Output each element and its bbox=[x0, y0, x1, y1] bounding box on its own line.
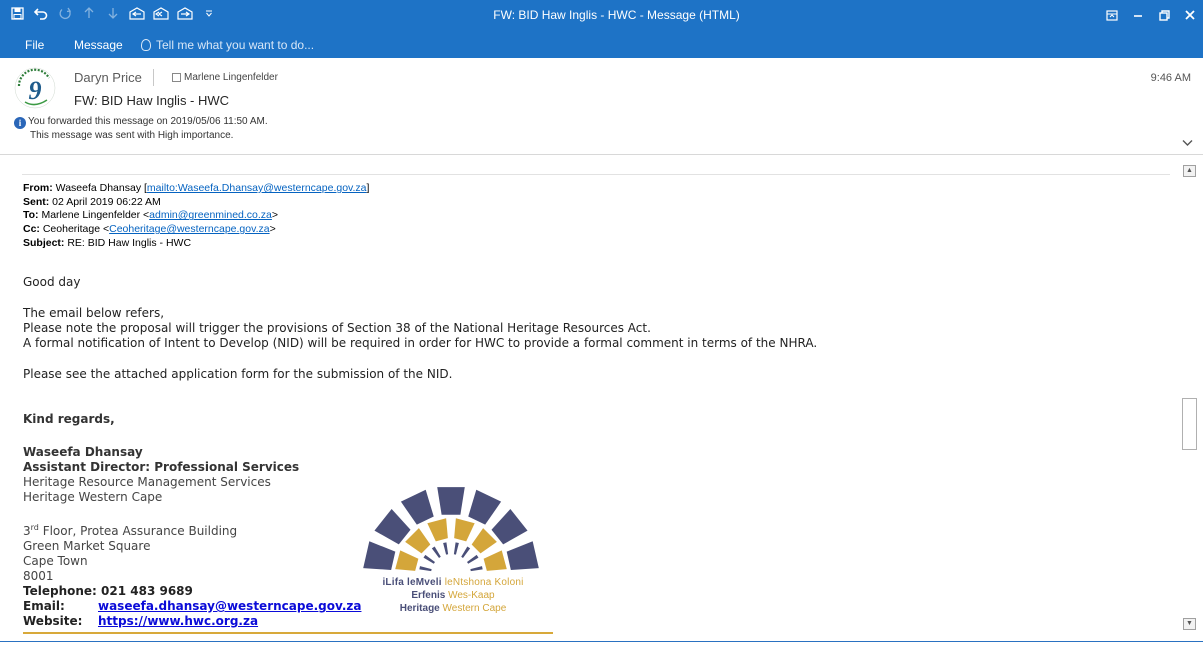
sent-line: Sent: 02 April 2019 06:22 AM bbox=[23, 195, 161, 208]
chevron-down-icon[interactable] bbox=[1182, 136, 1193, 150]
cc-email-link[interactable]: Ceoheritage@westerncape.gov.za bbox=[109, 223, 269, 235]
hwc-fan-spoke bbox=[453, 542, 459, 555]
hwc-fan-spoke bbox=[431, 546, 441, 558]
hwc-fan-outer-wedge bbox=[400, 489, 434, 525]
from-email-link[interactable]: mailto:Waseefa.Dhansay@westerncape.gov.z… bbox=[147, 182, 367, 194]
hwc-fan-outer-wedge bbox=[437, 487, 465, 515]
tell-me-box[interactable]: Tell me what you want to do... bbox=[141, 38, 314, 52]
sig-address-floor: 3rd Floor, Protea Assurance Building bbox=[23, 523, 238, 538]
hwc-logo-line2: Erfenis Wes-Kaap bbox=[411, 590, 495, 601]
hwc-fan-spoke bbox=[419, 566, 432, 572]
hwc-fan-inner-wedge bbox=[471, 528, 497, 554]
body-divider bbox=[22, 174, 1170, 175]
vertical-scrollbar[interactable]: ▲ ▼ bbox=[1180, 160, 1203, 636]
ribbon-tabs: File Message Tell me what you want to do… bbox=[0, 30, 1203, 58]
paragraph-refers: The email below refers, bbox=[23, 306, 165, 320]
sender-name[interactable]: Daryn Price bbox=[74, 70, 142, 85]
hwc-fan-spoke bbox=[467, 554, 479, 564]
hwc-logo-line3: Heritage Western Cape bbox=[399, 603, 507, 614]
paragraph-section38: Please note the proposal will trigger th… bbox=[23, 321, 651, 335]
tab-message[interactable]: Message bbox=[74, 38, 123, 52]
hwc-fan-spoke bbox=[423, 554, 435, 564]
lightbulb-icon bbox=[141, 39, 151, 51]
restore-icon[interactable] bbox=[1151, 0, 1177, 30]
subject-field: Subject: RE: BID Haw Inglis - HWC bbox=[23, 236, 192, 249]
forwarded-headers: From: Waseefa Dhansay [mailto:Waseefa.Dh… bbox=[23, 182, 369, 251]
sig-title: Assistant Director: Professional Service… bbox=[23, 460, 300, 474]
sig-address-square: Green Market Square bbox=[23, 539, 151, 553]
hwc-fan-inner-wedge bbox=[405, 528, 431, 554]
cc-line: Cc: Ceoheritage <Ceoheritage@westerncape… bbox=[23, 223, 276, 236]
signature-gold-line bbox=[23, 632, 553, 634]
signature: Waseefa Dhansay Assistant Director: Prof… bbox=[23, 445, 361, 629]
sig-email-link[interactable]: waseefa.dhansay@westerncape.gov.za bbox=[98, 599, 361, 613]
to-line: To: Marlene Lingenfelder <admin@greenmin… bbox=[23, 209, 279, 222]
sig-website-link[interactable]: https://www.hwc.org.za bbox=[98, 614, 258, 628]
hwc-logo: iLifa leMveli leNtshona Koloni Erfenis W… bbox=[346, 484, 556, 624]
sig-telephone: Telephone: 021 483 9689 bbox=[23, 584, 193, 598]
sig-org: Heritage Western Cape bbox=[23, 490, 163, 504]
window-controls bbox=[1099, 0, 1203, 30]
message-body: From: Waseefa Dhansay [mailto:Waseefa.Dh… bbox=[0, 155, 1180, 635]
hwc-fan-outer-wedge bbox=[363, 541, 396, 570]
bottom-border bbox=[0, 641, 1203, 642]
hwc-fan-inner-wedge bbox=[427, 518, 448, 542]
header-divider bbox=[153, 69, 154, 86]
window-title: FW: BID Haw Inglis - HWC - Message (HTML… bbox=[493, 8, 740, 22]
recipient-name: Marlene Lingenfelder bbox=[184, 72, 278, 83]
hwc-fan-outer-wedge bbox=[506, 541, 539, 570]
hwc-fan-outer-wedge bbox=[468, 489, 502, 525]
kind-regards: Kind regards, bbox=[23, 412, 115, 426]
hwc-fan-inner-wedge bbox=[483, 550, 507, 571]
sig-website-line: Website: https://www.hwc.org.za bbox=[23, 614, 259, 628]
sig-name: Waseefa Dhansay bbox=[23, 445, 143, 459]
minimize-icon[interactable] bbox=[1125, 0, 1151, 30]
paragraph-attached: Please see the attached application form… bbox=[23, 367, 453, 381]
scroll-thumb[interactable] bbox=[1182, 398, 1197, 450]
sig-dept: Heritage Resource Management Services bbox=[23, 475, 271, 489]
tell-me-text: Tell me what you want to do... bbox=[156, 38, 315, 52]
info-icon: i bbox=[14, 117, 26, 129]
hwc-fan-spoke bbox=[461, 546, 471, 558]
sig-address-code: 8001 bbox=[23, 569, 54, 583]
message-header: 9 Daryn Price Marlene Lingenfelder FW: B… bbox=[0, 58, 1203, 155]
hwc-fan-outer-wedge bbox=[374, 509, 411, 545]
scroll-down-icon[interactable]: ▼ bbox=[1183, 618, 1196, 630]
hwc-fan-spoke bbox=[470, 566, 483, 572]
greeting: Good day bbox=[23, 275, 81, 289]
paragraph-nid: A formal notification of Intent to Devel… bbox=[23, 336, 818, 350]
to-email-link[interactable]: admin@greenmined.co.za bbox=[149, 209, 272, 221]
hwc-fan-inner-wedge bbox=[454, 518, 475, 542]
info-forwarded: You forwarded this message on 2019/05/06… bbox=[28, 116, 268, 127]
close-icon[interactable] bbox=[1177, 0, 1203, 30]
hwc-fan-spoke bbox=[443, 542, 449, 555]
scroll-up-icon[interactable]: ▲ bbox=[1183, 165, 1196, 177]
hwc-fan-graphic bbox=[363, 487, 539, 572]
sig-email-line: Email: waseefa.dhansay@westerncape.gov.za bbox=[23, 599, 362, 613]
info-importance: This message was sent with High importan… bbox=[30, 130, 234, 141]
recipient-checkbox[interactable] bbox=[172, 73, 181, 82]
info-bar: i You forwarded this message on 2019/05/0… bbox=[14, 115, 268, 142]
title-bar: FW: BID Haw Inglis - HWC - Message (HTML… bbox=[0, 0, 1203, 30]
ribbon-display-icon[interactable] bbox=[1099, 0, 1125, 30]
sig-address-city: Cape Town bbox=[23, 554, 88, 568]
tab-file[interactable]: File bbox=[25, 38, 44, 52]
svg-text:9: 9 bbox=[29, 76, 42, 105]
received-time: 9:46 AM bbox=[1150, 72, 1191, 84]
recipient[interactable]: Marlene Lingenfelder bbox=[172, 72, 278, 83]
sender-logo: 9 bbox=[13, 66, 57, 110]
from-line: From: Waseefa Dhansay [mailto:Waseefa.Dh… bbox=[23, 182, 370, 194]
hwc-logo-line1: iLifa leMveli leNtshona Koloni bbox=[382, 577, 524, 588]
subject-line: FW: BID Haw Inglis - HWC bbox=[74, 93, 230, 108]
hwc-fan-inner-wedge bbox=[395, 550, 419, 571]
hwc-fan-outer-wedge bbox=[491, 509, 528, 545]
